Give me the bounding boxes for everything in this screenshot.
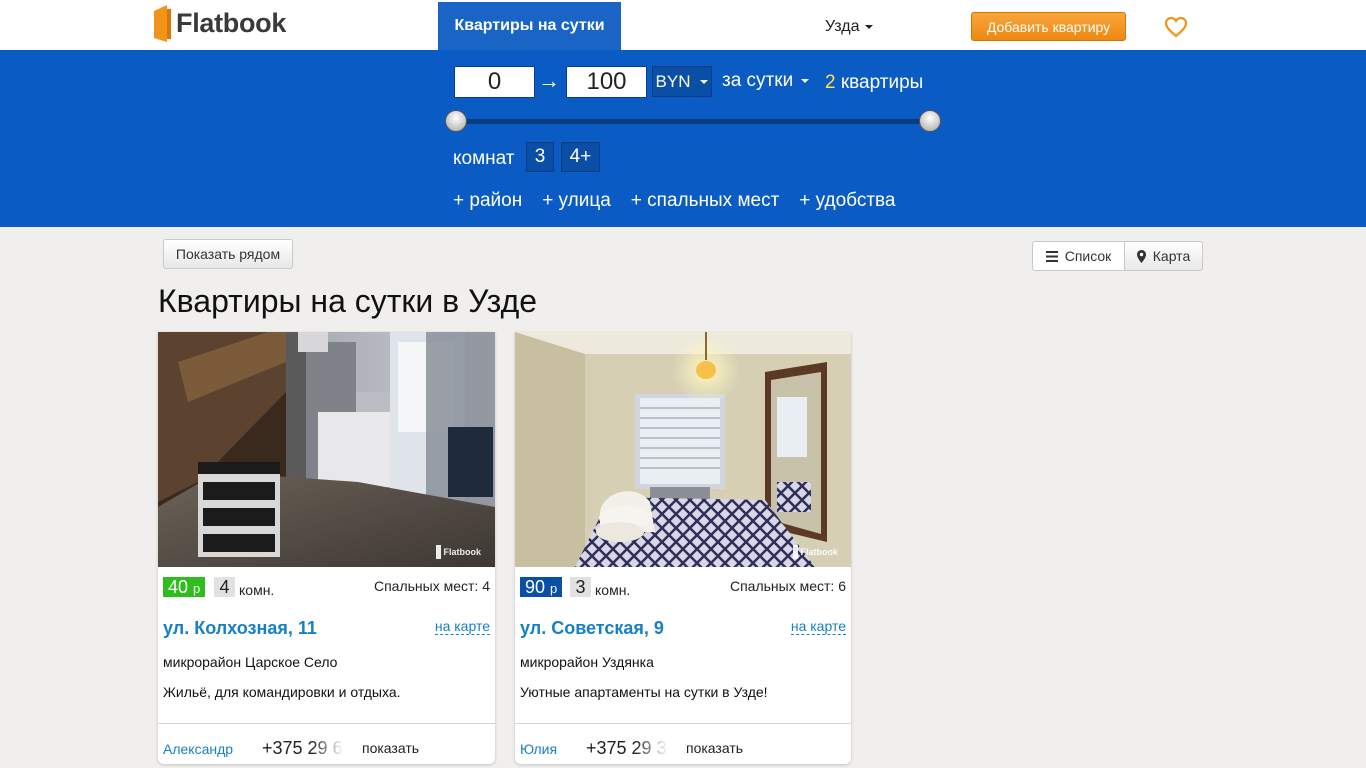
results-count: 2 квартиры — [825, 72, 923, 94]
rooms-label: комн. — [239, 582, 275, 598]
listing-description: Уютные апартаменты на сутки в Узде! — [520, 684, 768, 700]
city-name: Узда — [825, 18, 860, 35]
show-phone-button[interactable]: показать — [686, 740, 743, 756]
listing-description: Жильё, для командировки и отдыха. — [163, 684, 401, 700]
currency-label: BYN — [655, 71, 691, 91]
list-view-label: Список — [1064, 248, 1112, 264]
results-count-label: квартиры — [840, 72, 924, 93]
currency-select[interactable]: BYN — [652, 66, 712, 97]
rooms-label: комнат — [453, 148, 515, 169]
list-icon — [1045, 250, 1058, 262]
beds-count: Спальных мест: 6 — [729, 578, 846, 594]
price-min-input[interactable]: 0 — [454, 66, 535, 98]
phone-number: +375 29 6 — [262, 738, 343, 758]
extra-filters: + район + улица + спальных мест + удобст… — [453, 190, 896, 212]
listing-district: микрорайон Царское Село — [163, 654, 338, 670]
logo-door-icon — [154, 4, 171, 42]
add-apartment-button[interactable]: Добавить квартиру — [971, 12, 1126, 41]
map-pin-icon — [1136, 249, 1146, 263]
rooms-option-3[interactable]: 3 — [526, 142, 554, 172]
period-label: за сутки — [722, 70, 794, 91]
filter-street-link[interactable]: + улица — [542, 190, 611, 212]
nav-daily-apartments[interactable]: Квартиры на сутки — [438, 2, 621, 50]
list-view-button[interactable]: Список — [1032, 241, 1125, 271]
price-slider-track[interactable] — [456, 119, 930, 124]
price-unit: р — [550, 581, 558, 596]
owner-name-link[interactable]: Александр — [163, 741, 233, 757]
period-select[interactable]: за сутки — [722, 70, 810, 92]
rooms-label: комн. — [595, 582, 631, 598]
price-value: 40 — [168, 577, 189, 597]
phone-number: +375 29 3 — [586, 738, 667, 758]
top-header: Flatbook Квартиры на сутки Узда Добавить… — [0, 0, 1366, 50]
caret-down-icon — [700, 79, 709, 84]
listing-card[interactable]: Flatbook 40 р 4 комн. Спальных мест: 4 у… — [158, 332, 495, 764]
show-on-map-link[interactable]: на карте — [790, 618, 846, 635]
price-badge: 40 р — [163, 577, 206, 597]
map-view-button[interactable]: Карта — [1124, 241, 1203, 271]
filter-district-link[interactable]: + район — [453, 190, 522, 212]
owner-name-link[interactable]: Юлия — [520, 741, 557, 757]
price-max-input[interactable]: 100 — [566, 66, 647, 98]
price-slider-max-handle[interactable] — [919, 110, 941, 132]
price-badge: 90 р — [520, 577, 563, 597]
flatbook-logo[interactable]: Flatbook — [154, 4, 286, 42]
listing-photo-image — [515, 332, 851, 567]
card-divider — [158, 723, 495, 724]
photo-watermark: Flatbook — [792, 545, 838, 559]
caret-down-icon — [865, 25, 874, 29]
heart-icon[interactable] — [1164, 16, 1188, 38]
range-arrow: → — [538, 68, 560, 93]
rooms-badge: 3 — [570, 577, 591, 597]
city-selector[interactable]: Узда — [825, 18, 874, 36]
logo-text: Flatbook — [176, 7, 287, 38]
listing-district: микрорайон Уздянка — [520, 654, 654, 670]
page-title: Квартиры на сутки в Узде — [158, 283, 538, 319]
show-nearby-button[interactable]: Показать рядом — [163, 239, 293, 269]
filter-amenities-link[interactable]: + удобства — [799, 190, 895, 212]
card-divider — [515, 723, 851, 724]
photo-watermark: Flatbook — [435, 545, 481, 559]
beds-count: Спальных мест: 4 — [373, 578, 490, 594]
listing-street-link[interactable]: ул. Колхозная, 11 — [163, 618, 317, 639]
listing-card[interactable]: Flatbook 90 р 3 комн. Спальных мест: 6 у… — [515, 332, 851, 764]
rooms-option-4plus[interactable]: 4+ — [561, 142, 600, 172]
listing-photo[interactable]: Flatbook — [158, 332, 495, 567]
filter-beds-link[interactable]: + спальных мест — [631, 190, 779, 212]
price-unit: р — [193, 581, 201, 596]
show-on-map-link[interactable]: на карте — [434, 618, 490, 635]
price-slider-min-handle[interactable] — [445, 110, 467, 132]
listing-photo[interactable]: Flatbook — [515, 332, 851, 567]
show-phone-button[interactable]: показать — [362, 740, 419, 756]
listing-photo-image — [158, 332, 495, 567]
map-view-label: Карта — [1152, 248, 1191, 264]
filter-panel: 0 → 100 BYN за сутки 2 квартиры комнат 3… — [0, 50, 1366, 227]
results-count-number: 2 — [825, 72, 836, 93]
rooms-badge: 4 — [214, 577, 235, 597]
listing-street-link[interactable]: ул. Советская, 9 — [520, 618, 664, 639]
price-value: 90 — [525, 577, 546, 597]
caret-down-icon — [801, 79, 810, 83]
